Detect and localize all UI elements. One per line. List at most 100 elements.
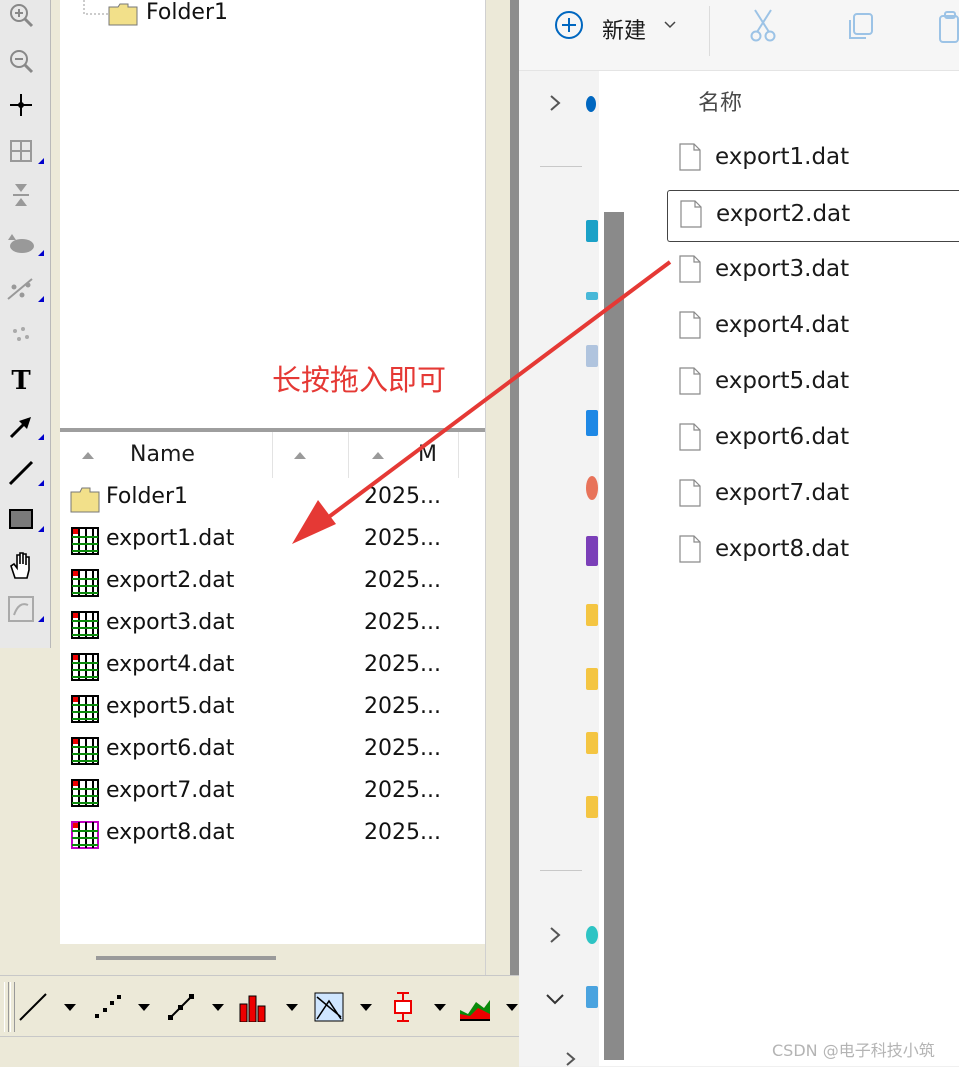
scatter-fit-icon[interactable]	[4, 274, 44, 304]
hand-tool-icon[interactable]	[4, 550, 38, 580]
rectangle-tool-icon[interactable]	[4, 504, 44, 534]
file-name: export7.dat	[106, 778, 235, 803]
folder-nav-icon[interactable]	[586, 732, 598, 754]
this-pc-icon[interactable]	[586, 986, 598, 1008]
graph-toolbar	[0, 975, 519, 1036]
navigation-scrollbar[interactable]	[604, 212, 624, 1060]
file-name: export4.dat	[106, 652, 235, 677]
contour-plot-icon[interactable]	[312, 990, 346, 1024]
onedrive-icon[interactable]	[586, 96, 596, 112]
annotation-text: 长按拖入即可	[272, 363, 447, 397]
grid-icon[interactable]	[4, 136, 44, 166]
list-item[interactable]: export8.dat 2025...	[68, 816, 468, 856]
data-file-icon	[71, 569, 99, 597]
explorer-file-name: export5.dat	[715, 368, 850, 394]
line-plot-icon[interactable]	[16, 990, 50, 1024]
explorer-file-row[interactable]: export4.dat	[667, 302, 959, 352]
list-item[interactable]: export3.dat 2025...	[68, 606, 468, 646]
explorer-file-row[interactable]: export1.dat	[667, 134, 959, 184]
area-plot-icon[interactable]	[458, 990, 492, 1024]
nav-separator	[540, 166, 582, 167]
downloads-icon[interactable]	[586, 292, 598, 300]
list-item[interactable]: export2.dat 2025...	[68, 564, 468, 604]
explorer-file-row[interactable]: export7.dat	[667, 470, 959, 520]
arrow-tool-icon[interactable]	[4, 412, 44, 442]
explorer-file-name: export3.dat	[715, 256, 850, 282]
new-plus-icon[interactable]	[555, 11, 583, 39]
list-item[interactable]: Folder1 2025...	[68, 480, 468, 520]
explorer-file-row[interactable]: export8.dat	[667, 526, 959, 576]
file-date: 2025...	[364, 736, 441, 761]
crosshair-icon[interactable]	[4, 90, 38, 120]
folder-nav-icon[interactable]	[586, 796, 598, 818]
list-item[interactable]: export6.dat 2025...	[68, 732, 468, 772]
column-header-name-label: Name	[130, 442, 195, 467]
blob-icon[interactable]	[4, 228, 44, 258]
data-file-icon	[71, 737, 99, 765]
dropdown-arrow-icon[interactable]	[138, 1004, 150, 1011]
dropdown-arrow-icon[interactable]	[506, 1004, 518, 1011]
text-tool-icon[interactable]: T	[4, 366, 38, 396]
zoom-in-icon[interactable]	[4, 0, 38, 30]
pictures-icon[interactable]	[586, 410, 598, 436]
column-header-name[interactable]: Name	[60, 432, 273, 478]
explorer-file-name: export7.dat	[715, 480, 850, 506]
submenu-corner-icon	[38, 616, 44, 622]
dropdown-arrow-icon[interactable]	[360, 1004, 372, 1011]
chevron-right-icon[interactable]	[564, 1052, 578, 1066]
music-icon[interactable]	[586, 476, 598, 500]
column-header-type[interactable]	[272, 432, 349, 478]
videos-icon[interactable]	[586, 536, 598, 566]
column-header-modified[interactable]: M	[348, 432, 459, 478]
explorer-file-row[interactable]: export5.dat	[667, 358, 959, 408]
scatter-plot-icon[interactable]	[90, 990, 124, 1024]
new-button[interactable]: 新建	[602, 13, 646, 45]
sort-asc-icon	[372, 452, 384, 459]
box-plot-icon[interactable]	[386, 990, 420, 1024]
toolbar-grip	[4, 982, 9, 1032]
file-name: Folder1	[106, 484, 188, 509]
column-header-name-explorer[interactable]: 名称	[698, 85, 742, 117]
list-item[interactable]: export7.dat 2025...	[68, 774, 468, 814]
chevron-right-icon[interactable]	[548, 94, 562, 112]
window-divider	[510, 0, 519, 975]
explorer-file-name: export4.dat	[715, 312, 850, 338]
explorer-file-name: export8.dat	[715, 536, 850, 562]
cut-icon[interactable]	[747, 8, 779, 42]
line-symbol-plot-icon[interactable]	[164, 990, 198, 1024]
dropdown-arrow-icon[interactable]	[434, 1004, 446, 1011]
list-item[interactable]: export1.dat 2025...	[68, 522, 468, 562]
explorer-command-bar: 新建	[519, 0, 959, 71]
horizontal-scrollbar[interactable]	[96, 956, 276, 960]
chevron-right-icon[interactable]	[548, 926, 562, 944]
function-icon[interactable]	[4, 594, 44, 624]
line-tool-icon[interactable]	[4, 458, 44, 488]
column-plot-icon[interactable]	[236, 990, 270, 1024]
copy-icon[interactable]	[845, 12, 875, 42]
dropdown-arrow-icon[interactable]	[212, 1004, 224, 1011]
list-item[interactable]: export5.dat 2025...	[68, 690, 468, 730]
network-icon[interactable]	[586, 926, 598, 944]
folder-nav-icon[interactable]	[586, 604, 598, 626]
chevron-down-icon[interactable]	[545, 992, 565, 1006]
zoom-out-icon[interactable]	[4, 46, 38, 76]
explorer-file-row[interactable]: export2.dat	[667, 190, 959, 242]
documents-icon[interactable]	[586, 345, 598, 367]
dots-icon[interactable]	[4, 320, 38, 350]
watermark: CSDN @电子科技小筑	[772, 1041, 935, 1060]
file-name: export2.dat	[106, 568, 235, 593]
dropdown-arrow-icon[interactable]	[64, 1004, 76, 1011]
folder-nav-icon[interactable]	[586, 668, 598, 690]
file-name: export1.dat	[106, 526, 235, 551]
tree-folder-label[interactable]: Folder1	[146, 0, 228, 25]
chevron-down-icon[interactable]	[663, 20, 677, 30]
sort-asc-icon	[82, 452, 94, 459]
dropdown-arrow-icon[interactable]	[286, 1004, 298, 1011]
paste-icon[interactable]	[937, 10, 959, 44]
arrows-icon[interactable]	[4, 180, 38, 210]
list-item[interactable]: export4.dat 2025...	[68, 648, 468, 688]
explorer-file-row[interactable]: export6.dat	[667, 414, 959, 464]
desktop-icon[interactable]	[586, 220, 598, 242]
data-file-icon	[71, 695, 99, 723]
explorer-file-row[interactable]: export3.dat	[667, 246, 959, 296]
